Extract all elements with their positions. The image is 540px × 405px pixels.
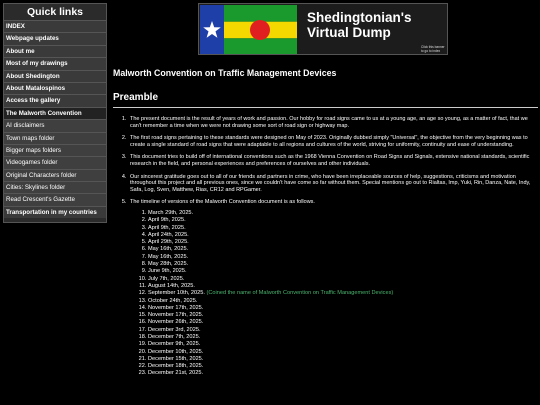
preamble-paragraph: Our sincerest gratitude goes out to all …	[128, 174, 538, 194]
paragraph-text: Our sincerest gratitude goes out to all …	[130, 173, 531, 193]
flag-red-disc	[250, 20, 270, 40]
timeline-entry: December 3rd, 2025.	[148, 327, 538, 334]
timeline-entry: May 16th, 2025.	[148, 254, 538, 261]
timeline-date: December 7th, 2025.	[148, 333, 201, 340]
timeline-entry: September 10th, 2025. (Coined the name o…	[148, 290, 538, 297]
paragraph-text: This document tries to build off of inte…	[130, 154, 530, 167]
quick-links-sidebar: Quick links INDEX Webpage updates About me…	[3, 3, 107, 223]
timeline-date: May 16th, 2025.	[148, 246, 189, 253]
main-content: Malworth Convention on Traffic Managemen…	[113, 68, 538, 384]
timeline-date: November 17th, 2025.	[148, 304, 204, 311]
banner-title-line-2: Virtual Dump	[307, 25, 391, 40]
timeline-entry: December 18th, 2025.	[148, 363, 538, 370]
sidebar-link-cities-skylines-folder[interactable]: Cities: Skylines folder	[4, 181, 106, 194]
sidebar-link-town-maps-folder[interactable]: Town maps folder	[4, 131, 106, 144]
timeline-entry: April 29th, 2025.	[148, 239, 538, 246]
sidebar-link-the-malworth-convention[interactable]: The Malworth Convention	[4, 106, 106, 120]
timeline-entry: November 17th, 2025.	[148, 305, 538, 312]
paragraph-text: The timeline of versions of the Malworth…	[130, 199, 315, 206]
timeline-entry: April 9th, 2025.	[148, 217, 538, 224]
timeline-entry: April 9th, 2025.	[148, 225, 538, 232]
sidebar-link-about-matalospinos[interactable]: About Matalospinos	[4, 81, 106, 95]
timeline-entry: November 26th, 2025.	[148, 319, 538, 326]
timeline-entry: August 14th, 2025.	[148, 283, 538, 290]
timeline-entry: April 24th, 2025.	[148, 232, 538, 239]
timeline-date: October 24th, 2025.	[148, 297, 198, 304]
banner-hint: Click this banner to go to index	[421, 45, 445, 53]
timeline-date: April 9th, 2025.	[148, 224, 186, 231]
timeline-date: April 9th, 2025.	[148, 217, 186, 224]
sidebar-link-most-of-my-drawings[interactable]: Most of my drawings	[4, 57, 106, 70]
site-banner[interactable]: Shedingtonian's Virtual Dump Click this …	[198, 3, 448, 55]
banner-title: Shedingtonian's Virtual Dump	[307, 10, 411, 40]
timeline-entry: December 21st, 2025.	[148, 370, 538, 377]
timeline-entry: November 17th, 2025.	[148, 312, 538, 319]
timeline-entry: March 29th, 2025.	[148, 210, 538, 217]
section-divider	[113, 107, 538, 108]
quick-links-list: INDEX Webpage updates About me Most of my d…	[4, 20, 106, 219]
sidebar-link-original-characters-folder[interactable]: Original Characters folder	[4, 168, 106, 182]
preamble-list: The present document is the result of ye…	[113, 116, 538, 378]
timeline-date: May 16th, 2025.	[148, 253, 189, 260]
timeline-date: August 14th, 2025.	[148, 282, 195, 289]
timeline-date: December 18th, 2025.	[148, 363, 204, 370]
banner-title-line-1: Shedingtonian's	[307, 10, 412, 25]
timeline-date: July 7th, 2025.	[148, 275, 185, 282]
sidebar-link-webpage-updates[interactable]: Webpage updates	[4, 32, 106, 45]
timeline-date: December 10th, 2025.	[148, 348, 204, 355]
timeline-note: (Coined the name of Malworth Convention …	[206, 290, 394, 297]
timeline-date: March 29th, 2025.	[148, 209, 194, 216]
timeline-date: November 26th, 2025.	[148, 319, 204, 326]
timeline-date: December 9th, 2025.	[148, 341, 201, 348]
timeline-entry: October 24th, 2025.	[148, 298, 538, 305]
sidebar-link-about-me[interactable]: About me	[4, 44, 106, 58]
timeline-date: November 17th, 2025.	[148, 312, 204, 319]
timeline-date: December 15th, 2025.	[148, 355, 204, 362]
timeline-date: April 29th, 2025.	[148, 239, 189, 246]
timeline-entry: December 9th, 2025.	[148, 341, 538, 348]
sidebar-link-about-shedington[interactable]: About Shedington	[4, 69, 106, 82]
sidebar-link-access-the-gallery[interactable]: Access the gallery	[4, 94, 106, 107]
sidebar-link-ai-disclaimers[interactable]: AI disclaimers	[4, 119, 106, 132]
timeline-entry: June 9th, 2025.	[148, 268, 538, 275]
sidebar-title: Quick links	[4, 4, 106, 20]
preamble-paragraph: The present document is the result of ye…	[128, 116, 538, 129]
sidebar-link-videogames-folder[interactable]: Videogames folder	[4, 156, 106, 169]
flag-green-stripe-bottom	[224, 38, 297, 54]
paragraph-text: The first road signs pertaining to these…	[130, 135, 528, 148]
timeline-entry: December 15th, 2025.	[148, 356, 538, 363]
sidebar-link-index[interactable]: INDEX	[4, 20, 106, 33]
timeline-date: September 10th, 2025.	[148, 290, 205, 297]
sidebar-link-transportation-in-my-countries[interactable]: Transportation in my countries	[4, 205, 106, 219]
timeline-date: April 24th, 2025.	[148, 231, 189, 238]
page-title: Malworth Convention on Traffic Managemen…	[113, 68, 337, 78]
timeline-date: December 3rd, 2025.	[148, 326, 201, 333]
timeline-entry: July 7th, 2025.	[148, 276, 538, 283]
timeline-entry: May 28th, 2025.	[148, 261, 538, 268]
section-heading: Preamble	[113, 92, 159, 103]
timeline-date: June 9th, 2025.	[148, 268, 187, 275]
timeline-entry: December 7th, 2025.	[148, 334, 538, 341]
timeline-entry: December 10th, 2025.	[148, 349, 538, 356]
paragraph-text: The present document is the result of ye…	[130, 116, 528, 129]
timeline-date: May 28th, 2025.	[148, 261, 189, 268]
preamble-paragraph: The timeline of versions of the Malworth…	[128, 199, 538, 377]
sidebar-link-read-crescent-s-gazette[interactable]: Read Crescent's Gazette	[4, 193, 106, 206]
preamble-paragraph: The first road signs pertaining to these…	[128, 135, 538, 148]
timeline-date: December 21st, 2025.	[148, 370, 204, 377]
version-timeline: March 29th, 2025.April 9th, 2025.April 9…	[130, 210, 538, 378]
flag-green-stripe-top	[224, 5, 297, 22]
timeline-entry: May 16th, 2025.	[148, 246, 538, 253]
preamble-paragraph: This document tries to build off of inte…	[128, 154, 538, 167]
sidebar-link-bigger-maps-folders[interactable]: Bigger maps folders	[4, 143, 106, 157]
flag-icon	[200, 5, 297, 54]
